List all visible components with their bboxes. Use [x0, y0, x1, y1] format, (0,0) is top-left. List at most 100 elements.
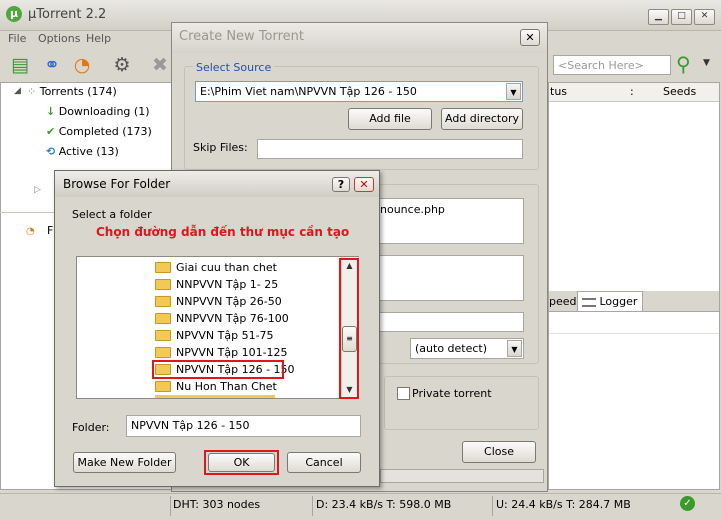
folder-icon [155, 329, 171, 341]
chevron-down-icon[interactable]: ▼ [506, 83, 521, 100]
browse-close-icon[interactable]: ✕ [354, 177, 374, 192]
piece-size-select[interactable]: (auto detect) ▼ [410, 338, 524, 359]
status-separator [312, 496, 313, 516]
annotation-text: Chọn đường dẫn đến thư mục cần tạo [96, 225, 350, 239]
add-file-button[interactable]: Add file [348, 108, 432, 130]
scrollbar-highlight [339, 258, 359, 399]
folder-name: NNPVVN Tập 76-100 [176, 312, 289, 325]
folder-name: NPVVN Tập 101-125 [176, 346, 288, 359]
add-url-icon[interactable]: ⚭ [38, 52, 66, 78]
collapse-arrow-icon[interactable]: ◢ [14, 86, 21, 96]
tab-speed[interactable]: peed [549, 293, 577, 311]
private-torrent-checkbox[interactable] [397, 387, 410, 400]
feed-icon: ◔ [26, 226, 35, 237]
skip-files-input[interactable] [257, 139, 523, 159]
help-icon[interactable]: ? [332, 177, 350, 192]
tab-logger[interactable]: Logger [577, 291, 643, 311]
status-download: D: 23.4 kB/s T: 598.0 MB [316, 498, 452, 511]
checkmark-icon: ✔ [46, 125, 56, 138]
create-torrent-close-icon[interactable]: ✕ [520, 29, 540, 46]
status-separator [492, 496, 493, 516]
search-input[interactable]: <Search Here> [553, 55, 671, 75]
tree-item-torrents[interactable]: ⁘ Torrents (174) [27, 83, 117, 101]
status-dht: DHT: 303 nodes [173, 498, 261, 511]
tree-item-completed[interactable]: ✔ Completed (173) [46, 123, 152, 141]
create-torrent-icon[interactable]: ⚙ [108, 52, 136, 78]
folder-icon [155, 312, 171, 324]
folder-name: NNPVVN Tập 26-50 [176, 295, 282, 308]
list-item[interactable]: Nu Hon Than Chet [155, 378, 277, 395]
web-seeds-textarea[interactable] [376, 255, 524, 301]
folder-name: NNPVVN Tập 1- 25 [176, 278, 279, 291]
download-arrow-icon: ↓ [46, 105, 56, 118]
comment-input[interactable] [376, 312, 524, 332]
column-separator: : [630, 85, 634, 98]
source-path-value: E:\Phim Viet nam\NPVVN Tập 126 - 150 [200, 85, 417, 98]
select-folder-label: Select a folder [72, 208, 152, 221]
maximize-icon[interactable]: □ [671, 9, 692, 25]
menu-options[interactable]: Options [38, 32, 80, 45]
progress-bar [380, 469, 544, 483]
list-item[interactable]: Giai cuu than chet [155, 259, 277, 276]
browse-folder-title: Browse For Folder [63, 177, 171, 191]
tree-item-label: Downloading (1) [58, 105, 150, 118]
menu-help[interactable]: Help [86, 32, 111, 45]
trackers-textarea[interactable]: nounce.php [376, 198, 524, 244]
cancel-button[interactable]: Cancel [287, 452, 361, 473]
torrent-list-panel [548, 82, 720, 490]
logger-row [549, 313, 719, 334]
tree-item-label: Active (13) [58, 145, 119, 158]
status-separator [170, 496, 171, 516]
remove-icon[interactable]: ✖ [146, 52, 174, 78]
skip-files-label: Skip Files: [193, 141, 248, 154]
close-button[interactable]: Close [462, 441, 536, 463]
tree-item-downloading[interactable]: ↓ Downloading (1) [46, 103, 150, 121]
search-icon[interactable]: ⚲ [676, 53, 700, 77]
close-icon[interactable]: ✕ [694, 9, 715, 25]
tree-item-label: Completed (173) [58, 125, 152, 138]
column-seeds-header[interactable]: Seeds [663, 85, 696, 98]
source-path-combo[interactable]: E:\Phim Viet nam\NPVVN Tập 126 - 150 ▼ [195, 81, 523, 102]
list-item[interactable]: NNPVVN Tập 1- 25 [155, 276, 278, 293]
folder-name: Giai cuu than chet [176, 261, 277, 274]
torrents-icon: ⁘ [27, 85, 37, 98]
folder-icon [155, 380, 171, 392]
folder-name: NPVVN Tập 51-75 [176, 329, 274, 342]
expand-arrow-icon[interactable]: ▷ [34, 185, 41, 195]
create-torrent-title: Create New Torrent [179, 29, 305, 44]
make-new-folder-button[interactable]: Make New Folder [73, 452, 176, 473]
chevron-down-icon[interactable]: ▼ [507, 340, 522, 357]
add-directory-button[interactable]: Add directory [441, 108, 523, 130]
app-title: µTorrent 2.2 [28, 7, 107, 22]
other-options-group [384, 376, 539, 430]
utorrent-logo-icon: µ [6, 6, 22, 22]
piece-size-value: (auto detect) [415, 342, 488, 355]
add-rss-icon[interactable]: ◔ [68, 52, 96, 78]
add-torrent-icon[interactable]: ▤ [6, 52, 34, 78]
folder-icon [155, 346, 171, 358]
tree-item-label: Torrents (174) [39, 85, 117, 98]
network-ok-icon[interactable]: ✓ [680, 496, 695, 511]
private-torrent-label: Private torrent [412, 387, 492, 400]
list-item[interactable]: NPVVN Tập 51-75 [155, 327, 274, 344]
tab-logger-label: Logger [599, 295, 638, 308]
tree-item-feeds[interactable]: F [47, 222, 53, 240]
tracker-url-text: nounce.php [380, 203, 445, 216]
folder-icon [155, 295, 171, 307]
list-item[interactable]: NNPVVN Tập 26-50 [155, 293, 282, 310]
tree-item-active[interactable]: ⟲ Active (13) [46, 143, 119, 161]
minimize-icon[interactable]: ▁ [648, 9, 669, 25]
folder-icon [155, 278, 171, 290]
folder-name-input[interactable]: NPVVN Tập 126 - 150 [126, 415, 361, 437]
refresh-icon: ⟲ [46, 145, 56, 158]
folder-name: Nu Hon Than Chet [176, 380, 277, 393]
list-item[interactable]: NPVVN Tập 101-125 [155, 344, 288, 361]
list-item[interactable]: NNPVVN Tập 76-100 [155, 310, 289, 327]
column-status-header[interactable]: tus [550, 85, 567, 98]
menu-file[interactable]: File [8, 32, 26, 45]
search-dropdown-icon[interactable]: ▼ [703, 58, 710, 68]
folder-icon [155, 261, 171, 273]
partial-folder-row [155, 395, 275, 398]
status-upload: U: 24.4 kB/s T: 284.7 MB [496, 498, 631, 511]
ok-button-highlight [204, 450, 279, 475]
